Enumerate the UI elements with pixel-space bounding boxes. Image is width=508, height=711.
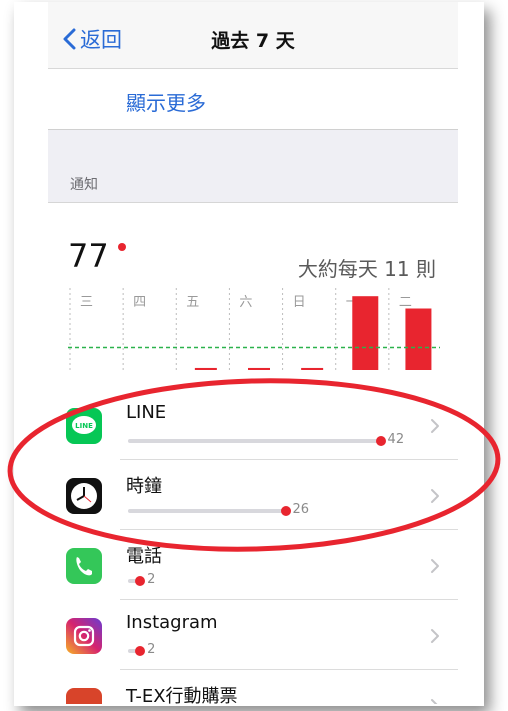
notification-count: 42 — [387, 432, 405, 447]
weekly-chart: 三四五六日一二 — [68, 288, 440, 370]
red-dot-icon — [118, 243, 126, 251]
day-bar — [352, 296, 379, 370]
total-count: 77 — [68, 237, 109, 275]
show-more-link[interactable]: 顯示更多 — [126, 87, 206, 116]
chevron-right-icon — [431, 699, 438, 704]
notification-count: 2 — [147, 572, 156, 587]
app-name: 電話 — [126, 546, 162, 567]
instagram-icon — [66, 618, 102, 654]
page-title: 過去 7 天 — [211, 30, 295, 52]
chevron-right-icon — [431, 559, 439, 573]
notification-summary: 77 大約每天 11 則 三四五六日一二 — [48, 203, 458, 389]
day-bar — [301, 367, 324, 370]
notification-count: 26 — [292, 502, 310, 517]
day-label: 二 — [399, 295, 412, 310]
notification-count: 2 — [147, 642, 156, 657]
nav-bar: 返回 過去 7 天 — [48, 2, 458, 69]
t-ex-icon: EX — [66, 688, 102, 704]
day-bar — [194, 367, 217, 370]
red-dot-icon — [280, 506, 291, 516]
section-label: 通知 — [70, 177, 98, 193]
line-icon: LINE — [66, 408, 102, 444]
day-bar — [248, 367, 270, 370]
day-bar — [405, 308, 432, 370]
day-label: 四 — [133, 295, 146, 310]
red-dot-icon — [375, 436, 386, 446]
notification-bar — [128, 509, 285, 513]
day-label: 日 — [293, 295, 306, 310]
notification-bar — [128, 439, 380, 443]
app-row[interactable]: 電話 2 — [48, 530, 458, 600]
chevron-right-icon — [431, 489, 439, 503]
day-label: 三 — [80, 295, 93, 310]
app-name: T-EX行動購票 — [126, 686, 238, 704]
app-list: LINE LINE 42 時鐘 26 電話 2 Instagram 2 EX T-EX行動購票 — [48, 390, 458, 704]
phone-icon — [66, 548, 102, 584]
app-row[interactable]: EX T-EX行動購票 — [48, 670, 458, 704]
svg-text:LINE: LINE — [75, 422, 93, 430]
app-name: Instagram — [126, 612, 218, 633]
daily-average: 大約每天 11 則 — [297, 257, 436, 281]
clock-icon — [66, 478, 102, 514]
app-name: 時鐘 — [126, 476, 162, 497]
app-row[interactable]: 時鐘 26 — [48, 460, 458, 530]
red-dot-icon — [135, 646, 146, 656]
app-name: LINE — [126, 402, 167, 423]
app-row[interactable]: Instagram 2 — [48, 600, 458, 670]
section-header: 通知 — [48, 130, 458, 203]
day-label: 五 — [186, 295, 199, 310]
phone-screen: 返回 過去 7 天 顯示更多 通知 77 大約每天 11 則 三四五六日一二 L… — [48, 2, 458, 704]
day-label: 六 — [239, 295, 252, 310]
chevron-right-icon — [431, 419, 439, 433]
red-dot-icon — [135, 576, 146, 586]
app-row[interactable]: LINE LINE 42 — [48, 390, 458, 460]
show-more-row[interactable]: 顯示更多 — [48, 69, 458, 130]
chevron-right-icon — [431, 629, 439, 643]
